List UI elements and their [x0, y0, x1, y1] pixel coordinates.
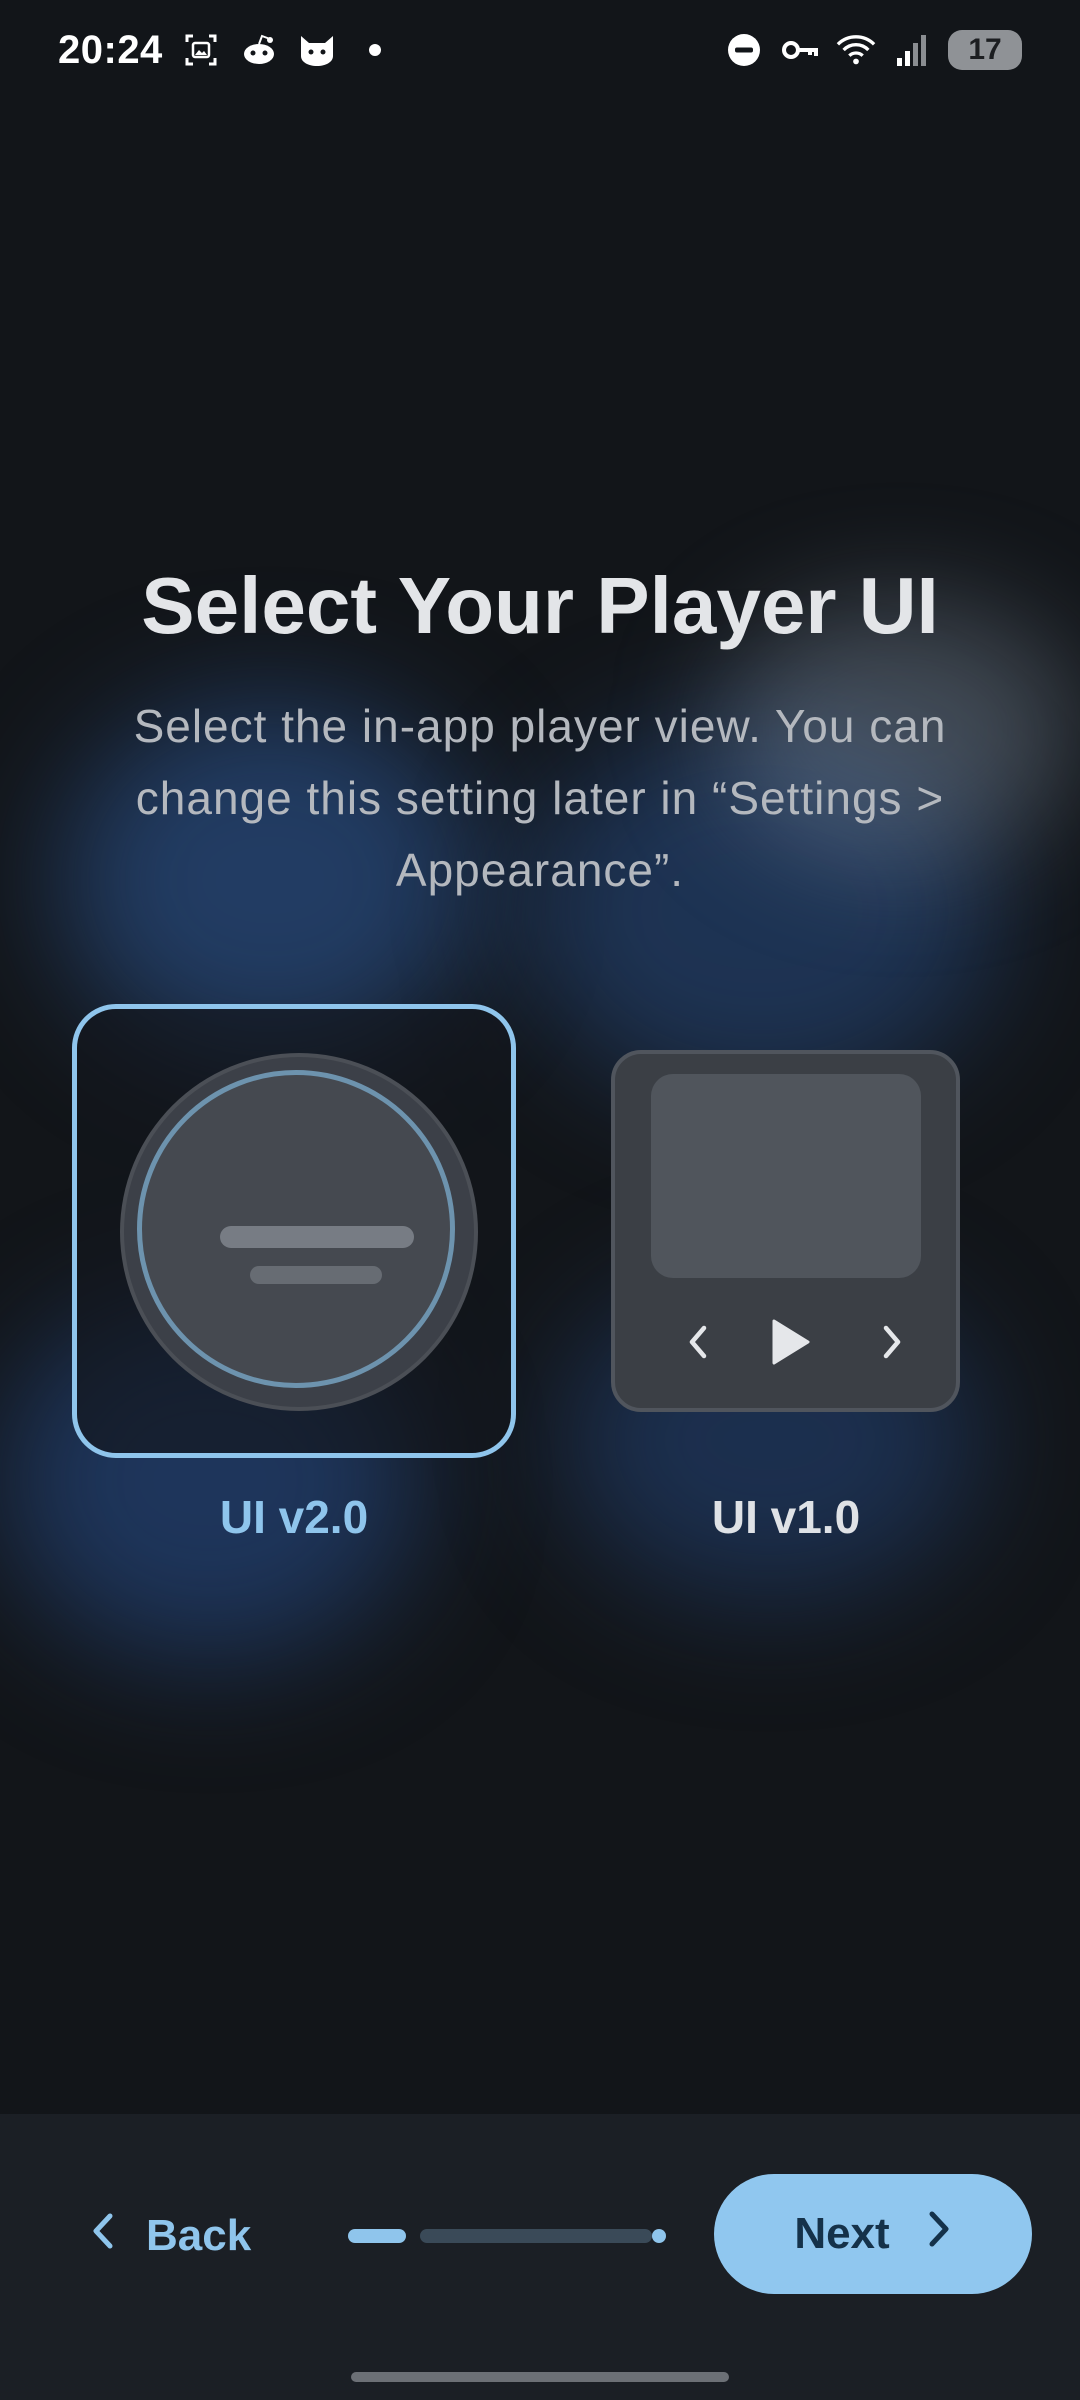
option-ui-v1-label: UI v1.0: [711, 1491, 861, 1543]
option-ui-v1[interactable]: [611, 1050, 960, 1412]
cat-app-icon: [297, 30, 337, 70]
status-bar: 20:24 17: [0, 0, 1080, 100]
wifi-icon: [836, 30, 876, 70]
reddit-icon: [239, 30, 279, 70]
progress-track: [420, 2229, 652, 2243]
preview-title-bar: [220, 1226, 414, 1248]
option-ui-v2-label: UI v2.0: [219, 1491, 369, 1543]
vpn-key-icon: [780, 30, 820, 70]
dot-icon: [355, 30, 395, 70]
chevron-right-icon: [926, 2209, 952, 2260]
do-not-disturb-icon: [724, 30, 764, 70]
progress-end-dot: [652, 2229, 666, 2243]
status-time: 20:24: [58, 27, 163, 72]
status-bar-right: 17: [724, 30, 1022, 70]
screenshot-icon: [181, 30, 221, 70]
back-button-label: Back: [146, 2211, 252, 2260]
page-title: Select Your Player UI: [141, 561, 939, 650]
ui-v2-preview-icon: [124, 1057, 474, 1407]
battery-icon: 17: [948, 30, 1022, 70]
disc-ring: [137, 1070, 455, 1388]
preview-screen: [651, 1074, 921, 1278]
next-button-label: Next: [794, 2209, 890, 2258]
page-description: Select the in-app player view. You can c…: [133, 700, 947, 896]
chevron-left-icon: [669, 1312, 729, 1372]
next-button[interactable]: Next: [714, 2174, 1032, 2294]
option-ui-v2[interactable]: [72, 1004, 516, 1458]
gesture-navigation-bar[interactable]: [351, 2372, 729, 2382]
cellular-signal-icon: [892, 30, 932, 70]
selected-card-frame: [72, 1004, 516, 1458]
preview-subtitle-bar: [250, 1266, 382, 1284]
status-bar-left: 20:24: [58, 28, 395, 73]
progress-active-segment: [348, 2229, 406, 2243]
chevron-right-icon: [861, 1312, 921, 1372]
onboarding-progress-indicator: [348, 2226, 668, 2246]
ui-v1-preview-icon: [611, 1050, 960, 1412]
back-button[interactable]: Back: [90, 2196, 251, 2276]
chevron-left-icon: [90, 2211, 116, 2262]
play-icon: [759, 1312, 819, 1372]
